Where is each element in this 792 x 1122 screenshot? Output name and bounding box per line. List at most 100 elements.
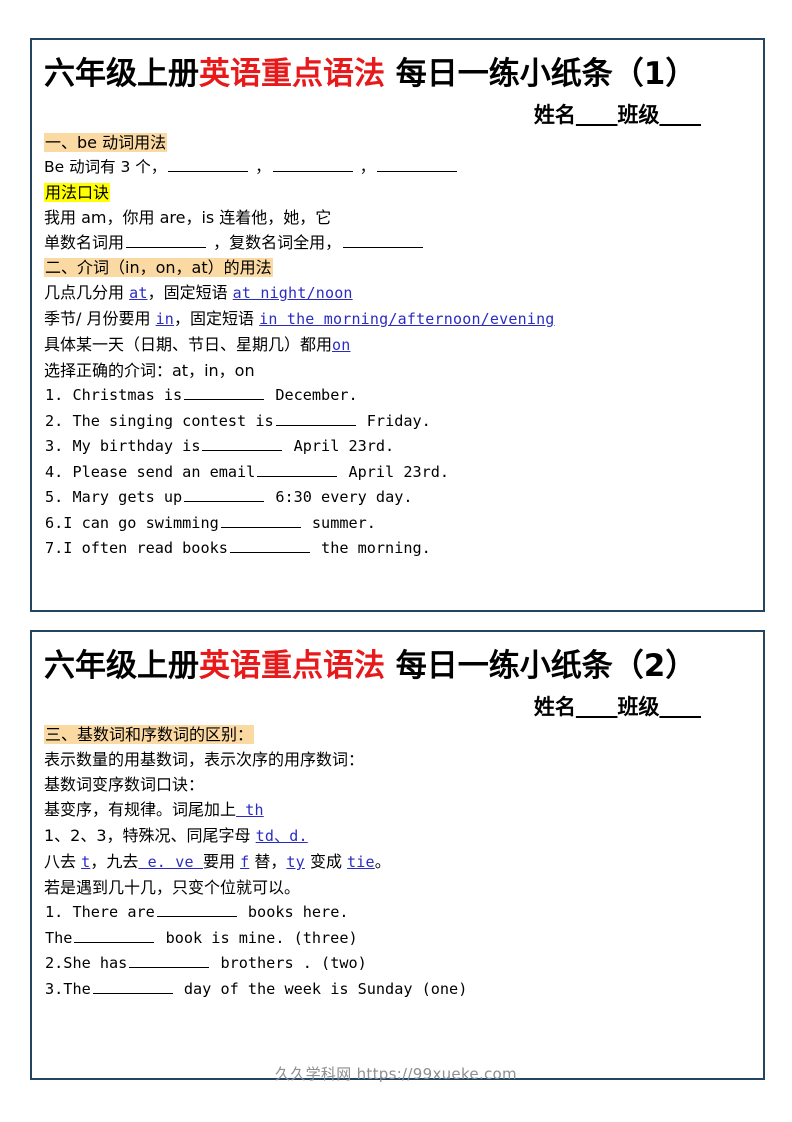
- section-heading-prepositions: 二、介词（in，on，at）的用法: [44, 258, 273, 277]
- worksheet-card-2: 六年级上册英语重点语法 每日一练小纸条（2） 姓名 班级 三、基数词和序数词的区…: [30, 630, 765, 1080]
- answer-blank[interactable]: [377, 156, 458, 172]
- highlight-term: at night/noon: [232, 284, 353, 302]
- question-number: 5.: [45, 488, 64, 506]
- answer-blank[interactable]: [129, 952, 210, 968]
- text-segment: 若是遇到几十几，只变个位就可以。: [44, 878, 301, 897]
- name-class-bar-1: 姓名 班级: [42, 100, 753, 130]
- question-text-after: 6:30 every day.: [275, 488, 413, 506]
- text-segment: 单数名词用: [44, 233, 125, 252]
- question-number: 1.: [45, 386, 64, 404]
- body-line: 单数名词用 ，复数名词全用，: [44, 230, 753, 255]
- text-segment: Be 动词有 3 个，: [44, 158, 167, 176]
- title-accent: 英语重点语法: [199, 56, 385, 92]
- name-blank[interactable]: [576, 695, 618, 719]
- body-line: 我用 am，你用 are，is 连着他，她，它: [44, 205, 753, 230]
- question-text-after: day of the week is Sunday (one): [183, 979, 468, 998]
- question-item: 1. Christmas is December.: [45, 383, 753, 409]
- text-segment: 1、2、3，特殊况、同尾字母: [44, 826, 256, 845]
- body-line: 八去 t，九去 e. ve 要用 f 替，ty 变成 tie。: [44, 849, 753, 875]
- name-class-bar-2: 姓名 班级: [42, 692, 753, 722]
- body-line: 季节/ 月份要用 in，固定短语 in the morning/afternoo…: [44, 306, 753, 332]
- answer-blank[interactable]: [257, 461, 338, 477]
- text-segment: 基数词变序数词口诀：: [44, 775, 205, 794]
- body-line: 具体某一天（日期、节日、星期几）都用on: [44, 332, 753, 358]
- highlight-term: in: [155, 310, 175, 328]
- text-segment: ，固定短语: [147, 283, 233, 302]
- answer-blank[interactable]: [92, 978, 173, 994]
- section-heading-usage-rhyme: 用法口诀: [44, 183, 111, 202]
- question-text-after: books here.: [247, 903, 349, 921]
- question-number: 1.: [45, 903, 64, 921]
- text-segment: 选择正确的介词：at，in，on: [44, 361, 255, 380]
- question-number: 3.: [45, 979, 64, 998]
- question-item: 2. The singing contest is Friday.: [45, 409, 753, 435]
- question-text-before: I can go swimming: [63, 513, 219, 532]
- highlight-term: ty: [286, 853, 305, 871]
- question-item: 1. There are books here.: [45, 900, 753, 926]
- question-item: 3.The day of the week is Sunday (one): [45, 977, 753, 1003]
- answer-blank[interactable]: [229, 537, 310, 553]
- question-text-after: April 23rd.: [348, 462, 450, 481]
- text-segment: 季节/ 月份要用: [44, 309, 156, 328]
- body-line: 1、2、3，特殊况、同尾字母 td、d.: [44, 823, 753, 849]
- answer-blank[interactable]: [168, 156, 249, 172]
- question-item: 6.I can go swimming summer.: [45, 511, 753, 537]
- text-segment: ，: [250, 158, 271, 176]
- page-title-2: 六年级上册英语重点语法 每日一练小纸条（2）: [44, 644, 753, 688]
- text-segment: 变成: [304, 852, 348, 871]
- name-blank[interactable]: [576, 103, 618, 127]
- title-prefix: 六年级上册: [44, 56, 199, 92]
- answer-blank[interactable]: [272, 156, 353, 172]
- question-text-after: April 23rd.: [293, 437, 395, 455]
- text-segment: 我用 am，你用 are，is 连着他，她，它: [44, 208, 332, 227]
- question-item: 2.She has brothers . (two): [45, 951, 753, 977]
- question-text-before: She has: [63, 954, 128, 972]
- name-label: 姓名: [533, 103, 576, 127]
- site-watermark: 久久学科网 https://99xueke.com: [275, 1065, 517, 1083]
- answer-blank[interactable]: [275, 410, 356, 426]
- title-suffix: 每日一练小纸条（2）: [385, 648, 697, 684]
- highlight-term: f: [240, 853, 250, 871]
- text-segment: 。: [374, 852, 391, 871]
- text-segment: 表示数量的用基数词，表示次序的用序数词：: [44, 750, 365, 769]
- text-segment: ，固定短语: [174, 309, 260, 328]
- question-text-after: the morning.: [321, 539, 431, 557]
- answer-blank[interactable]: [74, 927, 155, 943]
- answer-blank[interactable]: [184, 486, 265, 502]
- answer-blank[interactable]: [184, 384, 265, 400]
- question-number: 4.: [45, 462, 64, 481]
- body-line: 选择正确的介词：at，in，on: [44, 358, 753, 383]
- question-item: 3. My birthday is April 23rd.: [45, 434, 753, 460]
- question-text-after: summer.: [311, 513, 376, 532]
- body-line: 若是遇到几十几，只变个位就可以。: [44, 875, 753, 900]
- text-segment: ，复数名词全用，: [208, 233, 342, 252]
- question-item: 5. Mary gets up 6:30 every day.: [45, 485, 753, 511]
- question-text-after: book is mine. (three): [165, 928, 358, 947]
- highlight-term: tie: [347, 853, 375, 871]
- highlight-term: in the morning/afternoon/evening: [259, 310, 555, 328]
- question-text-after: brothers . (two): [220, 954, 367, 972]
- answer-blank[interactable]: [343, 232, 424, 248]
- body-line: Be 动词有 3 个， ， ，: [44, 155, 753, 180]
- highlight-term: t: [81, 853, 91, 871]
- answer-blank[interactable]: [220, 512, 301, 528]
- highlight-term: td、d.: [255, 827, 308, 845]
- highlight-term: on: [332, 336, 351, 354]
- body-line: 基变序，有规律。词尾加上 th: [44, 797, 753, 823]
- question-number: 3.: [45, 437, 64, 455]
- worksheet-card-1: 六年级上册英语重点语法 每日一练小纸条（1） 姓名 班级 一、be 动词用法 B…: [30, 38, 765, 612]
- question-number: 6.: [45, 513, 64, 532]
- answer-blank[interactable]: [156, 901, 237, 917]
- text-segment: 替，: [249, 852, 287, 871]
- class-blank[interactable]: [659, 103, 701, 127]
- class-blank[interactable]: [659, 695, 701, 719]
- title-suffix: 每日一练小纸条（1）: [385, 56, 697, 92]
- question-text-before: The singing contest is: [72, 411, 274, 430]
- worksheet-page: 六年级上册英语重点语法 每日一练小纸条（1） 姓名 班级 一、be 动词用法 B…: [0, 0, 792, 1122]
- body-line: 基数词变序数词口诀：: [44, 772, 753, 797]
- answer-blank[interactable]: [202, 435, 283, 451]
- body-line: 表示数量的用基数词，表示次序的用序数词：: [44, 747, 753, 772]
- answer-blank[interactable]: [126, 232, 207, 248]
- title-prefix: 六年级上册: [44, 648, 199, 684]
- question-text-before: The: [45, 928, 73, 947]
